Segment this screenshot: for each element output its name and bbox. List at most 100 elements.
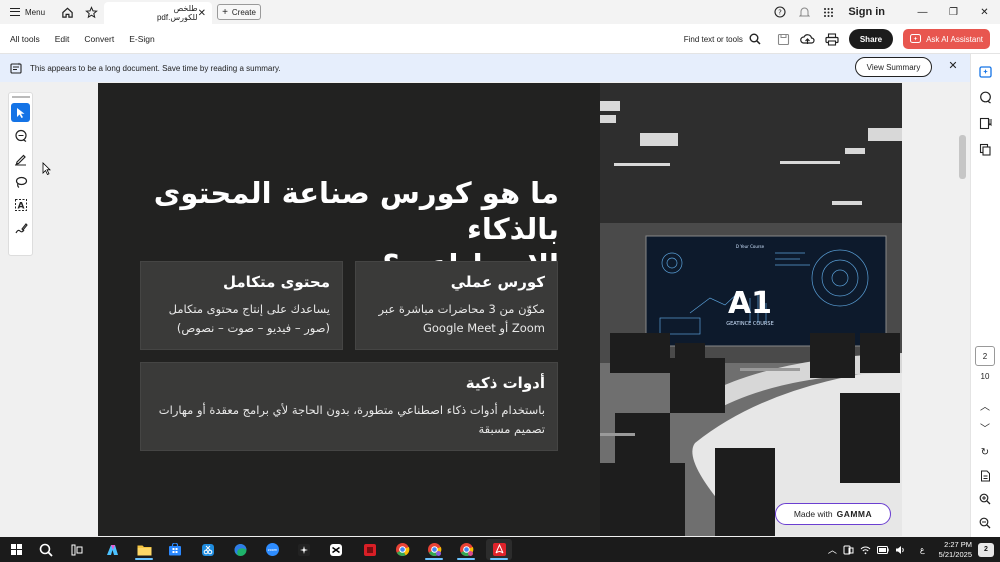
banner-text: This appears to be a long document. Save… [30,63,281,73]
screen-top-text: D Yeur Course [736,244,765,249]
classroom-photo: A1 GEATINCE COURSE D Yeur Course [600,83,902,536]
menu-button[interactable]: Menu [0,0,55,24]
star-icon[interactable] [79,0,103,24]
main-toolbar: All tools Edit Convert E-Sign Find text … [0,24,1000,54]
lasso-draw-icon[interactable] [11,172,30,191]
edge-browser-icon[interactable] [227,539,253,560]
view-summary-button[interactable]: View Summary [855,57,932,77]
right-side-panel [970,54,1000,537]
document-tab-title: طلخص للكورس.pdf [156,4,198,22]
toolbar-convert[interactable]: Convert [84,34,114,44]
snipping-tool-icon[interactable] [195,539,221,560]
card-body: مكوّن من 3 محاضرات مباشرة عبر Zoom أو Go… [378,302,545,335]
red-app-icon[interactable] [357,539,383,560]
sign-pen-icon[interactable] [11,218,30,237]
chrome-profile-2-icon[interactable] [453,539,479,560]
text-box-icon[interactable]: A [11,195,30,214]
summary-banner: This appears to be a long document. Save… [0,54,970,82]
banner-close-icon[interactable]: ✕ [946,59,960,75]
zoom-in-icon[interactable] [973,490,997,508]
copilot-app-icon[interactable] [99,539,125,560]
screen-big-text: A1 [728,286,772,321]
create-button[interactable]: + Create [217,4,261,20]
comments-panel-icon[interactable] [975,86,997,108]
restore-button[interactable]: ❐ [938,0,969,24]
minimize-button[interactable]: — [907,0,938,24]
card-title: أدوات ذكية [465,374,545,392]
card-practical-course: كورس عملي مكوّن من 3 محاضرات مباشرة عبر … [355,261,558,350]
tab-bar: Menu طلخص للكورس.pdf ✕ + Create ? Sign i… [0,0,1000,24]
zoom-out-icon[interactable] [973,514,997,532]
menu-label: Menu [25,7,46,17]
toolbar-edit[interactable]: Edit [55,34,70,44]
print-icon[interactable] [825,32,839,46]
windows-taskbar: zoom ︿ ع 2:27 PM 5/21/2025 2 [0,537,1000,562]
made-with-gamma-badge[interactable]: Made with GAMMA [775,503,891,525]
clock-date: 5/21/2025 [938,549,972,559]
phone-link-icon[interactable] [843,545,854,555]
clock[interactable]: 2:27 PM 5/21/2025 [939,540,972,560]
total-pages: 10 [980,372,990,381]
chrome-profile-icon[interactable] [421,539,447,560]
document-tab[interactable]: طلخص للكورس.pdf ✕ [104,2,212,24]
ai-assistant-button[interactable]: Ask AI Assistant [903,29,990,49]
volume-icon[interactable] [895,545,906,555]
battery-icon[interactable] [876,545,889,554]
toolbar-all-tools[interactable]: All tools [10,34,40,44]
save-icon[interactable] [777,33,790,46]
share-button[interactable]: Share [848,29,894,49]
zoom-app-icon[interactable]: zoom [259,539,285,560]
ai-sparkle-icon [910,34,922,43]
close-window-button[interactable]: ✕ [969,0,1000,24]
svg-text:A: A [17,201,24,211]
vertical-scrollbar[interactable] [956,82,970,537]
annotation-toolbar: A [8,92,33,256]
task-view-icon[interactable] [64,539,90,560]
taskbar-search-icon[interactable] [33,539,59,560]
upload-cloud-icon[interactable] [800,33,815,46]
export-page-icon[interactable] [973,467,997,485]
highlight-pen-icon[interactable] [11,149,30,168]
file-explorer-icon[interactable] [131,539,157,560]
system-tray: ︿ ع 2:27 PM 5/21/2025 2 [828,537,1000,562]
help-icon[interactable]: ? [768,0,792,24]
acrobat-app-icon[interactable] [486,539,512,560]
network-icon[interactable] [860,545,871,555]
start-windows-icon[interactable] [3,539,29,560]
summary-icon [10,62,22,74]
search-icon [749,33,761,45]
refresh-icon[interactable]: ↻ [973,443,997,461]
gamma-logo-text: GAMMA [836,509,873,519]
notification-badge[interactable]: 2 [978,542,994,557]
create-label: Create [231,7,256,17]
ai-summary-panel-icon[interactable] [975,60,997,82]
page-up-chevron-icon[interactable]: ︿ [973,396,997,414]
find-tools[interactable]: Find text or tools [684,33,761,45]
chrome-browser-icon[interactable] [389,539,415,560]
page-down-chevron-icon[interactable]: ﹀ [973,418,997,436]
capcut-sparkle-icon[interactable] [291,539,317,560]
close-tab-icon[interactable]: ✕ [198,8,206,19]
sign-in-link[interactable]: Sign in [848,6,885,18]
pages-panel-icon[interactable] [975,138,997,160]
language-indicator[interactable]: ع [920,545,925,554]
current-page-input[interactable]: 2 [975,346,995,366]
card-title: كورس عملي [450,273,545,291]
home-icon[interactable] [55,0,79,24]
mouse-cursor-icon [42,162,51,175]
screen-small-text: GEATINCE COURSE [726,321,773,327]
scrollbar-thumb[interactable] [959,135,966,179]
bookmarks-panel-icon[interactable] [975,112,997,134]
microsoft-store-icon[interactable] [162,539,188,560]
toolbar-esign[interactable]: E-Sign [129,34,155,44]
card-integrated-content: محتوى متكامل يساعدك على إنتاج محتوى متكا… [140,261,343,350]
card-body: باستخدام أدوات ذكاء اصطناعي متطورة، بدون… [158,403,545,436]
capcut-app-icon[interactable] [323,539,349,560]
hamburger-icon [10,8,20,16]
tray-overflow-chevron-icon[interactable]: ︿ [828,543,837,556]
apps-grid-icon[interactable] [816,0,840,24]
notifications-bell-icon[interactable] [792,0,816,24]
select-cursor-icon[interactable] [11,103,30,122]
toolbar-grip[interactable] [11,96,30,98]
comment-icon[interactable] [11,126,30,145]
